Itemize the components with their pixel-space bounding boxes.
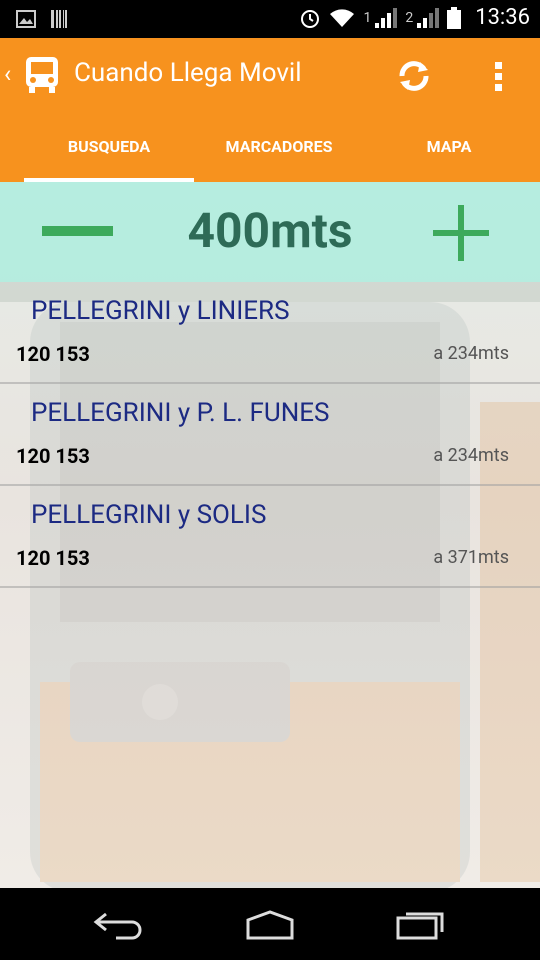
back-chevron-icon[interactable]: ‹ [4, 60, 11, 88]
list-item[interactable]: PELLEGRINI y P. L. FUNES 120 153 a 234mt… [0, 384, 540, 486]
tab-mapa[interactable]: MAPA [364, 124, 534, 182]
bus-icon[interactable] [22, 55, 62, 95]
tab-marcadores[interactable]: MARCADORES [194, 124, 364, 182]
status-bar: 1 2 13:36 [0, 0, 540, 38]
battery-icon [447, 6, 462, 29]
signal-sim1-icon [375, 7, 398, 28]
refresh-icon[interactable] [394, 56, 434, 96]
back-icon[interactable] [92, 908, 148, 940]
stop-distance: a 371mts [433, 547, 509, 568]
tab-bar: BUSQUEDA MARCADORES MAPA [0, 124, 540, 182]
sim1-label: 1 [363, 9, 372, 26]
stop-name: PELLEGRINI y LINIERS [31, 296, 290, 326]
radius-control: 400mts [0, 182, 540, 282]
stop-name: PELLEGRINI y P. L. FUNES [31, 398, 330, 428]
wifi-icon [330, 8, 355, 27]
list-item[interactable]: PELLEGRINI y SOLIS 120 153 a 371mts [0, 486, 540, 588]
barcode-notification-icon [51, 10, 67, 28]
home-icon[interactable] [242, 908, 298, 940]
system-nav-bar [0, 888, 540, 960]
overflow-menu-icon[interactable] [490, 58, 506, 98]
stops-list: PELLEGRINI y LINIERS 120 153 a 234mts PE… [0, 282, 540, 588]
bus-lines: 120 153 [16, 342, 90, 366]
app-bar: ‹ Cuando Llega Movil BUSQUEDA MARCADORES… [0, 38, 540, 182]
bus-lines: 120 153 [16, 546, 90, 570]
stop-distance: a 234mts [433, 343, 509, 364]
sim2-label: 2 [405, 9, 414, 26]
clock: 13:36 [475, 5, 530, 30]
image-notification-icon [16, 10, 36, 28]
signal-sim2-icon [417, 7, 440, 28]
list-item[interactable]: PELLEGRINI y LINIERS 120 153 a 234mts [0, 282, 540, 384]
stop-name: PELLEGRINI y SOLIS [31, 500, 267, 530]
alarm-icon [301, 9, 320, 28]
app-title: Cuando Llega Movil [74, 58, 302, 88]
search-content: 400mts PELLEGRINI y LINIERS 120 153 a 23… [0, 182, 540, 888]
tab-busqueda[interactable]: BUSQUEDA [24, 124, 194, 182]
bus-lines: 120 153 [16, 444, 90, 468]
stop-distance: a 234mts [433, 445, 509, 466]
recent-apps-icon[interactable] [394, 908, 450, 940]
